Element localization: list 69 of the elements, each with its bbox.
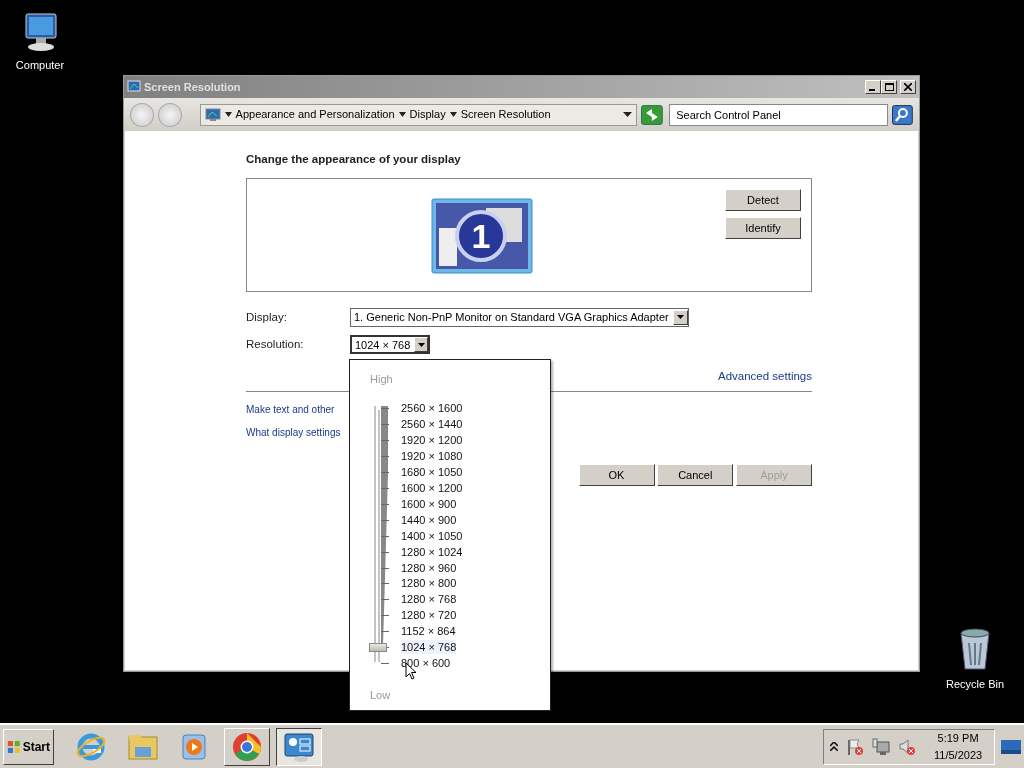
field-label: Resolution: — [246, 337, 305, 353]
control-panel-icon — [127, 80, 141, 94]
help-link[interactable]: Make text and other — [246, 402, 335, 417]
speaker-icon[interactable] — [898, 737, 916, 756]
resolution-option[interactable]: 2560 × 1600 — [401, 401, 463, 415]
breadcrumb-item[interactable]: Appearance and Personalization — [235, 106, 395, 123]
search-field[interactable]: Search Control Panel — [669, 103, 889, 126]
slider-high-label: High — [370, 372, 393, 387]
close-icon — [904, 83, 912, 91]
help-link[interactable]: What display settings — [246, 425, 341, 440]
caret-icon — [676, 315, 684, 320]
clock-date: 11/5/2023 — [934, 747, 983, 763]
caret-icon — [417, 342, 425, 347]
resolution-option[interactable]: 1440 × 900 — [401, 512, 457, 527]
dropdown-field[interactable]: 1. Generic Non-PnP Monitor on Standard VGA Graphics Adapter — [350, 307, 689, 327]
resolution-option[interactable]: 1280 × 768 — [401, 592, 457, 607]
address-bar[interactable]: Appearance and Personalization Display Screen Resolution — [199, 103, 638, 126]
dropdown-caret-icon[interactable] — [623, 112, 633, 117]
network-icon[interactable] — [872, 737, 890, 756]
show-desktop-icon[interactable] — [1001, 737, 1021, 756]
resolution-option[interactable]: 1280 × 800 — [401, 576, 457, 591]
taskbar-button[interactable] — [276, 727, 322, 766]
advanced-settings-link[interactable]: Advanced settings — [718, 367, 812, 385]
start-button[interactable]: Start — [3, 728, 54, 765]
maximize-button[interactable] — [881, 80, 898, 94]
dialog-button[interactable]: Cancel — [657, 464, 734, 486]
resolution-option[interactable]: 1024 × 768 — [401, 640, 457, 655]
desktop-icon-label[interactable]: Computer — [15, 57, 65, 74]
control-panel-icon — [204, 106, 221, 123]
window-title: Screen Resolution — [144, 79, 241, 95]
resolution-option[interactable]: 1680 × 1050 — [401, 464, 463, 479]
maximize-icon — [884, 83, 894, 91]
panel-button[interactable]: Detect — [725, 189, 801, 212]
resolution-option[interactable]: 1400 × 1050 — [401, 528, 463, 543]
resolution-option[interactable]: 1920 × 1080 — [401, 448, 463, 463]
slider-thumb[interactable] — [369, 643, 387, 653]
resolution-option[interactable]: 1920 × 1200 — [401, 432, 463, 447]
resolution-option[interactable]: 1280 × 1024 — [401, 544, 463, 559]
control-panel-icon — [283, 730, 315, 763]
minimize-button[interactable] — [865, 80, 882, 94]
panel-button[interactable]: Identify — [725, 216, 801, 239]
resolution-option[interactable]: 2560 × 1440 — [401, 416, 463, 431]
close-button[interactable] — [900, 80, 916, 94]
browser-logo-icon — [231, 730, 263, 763]
resolution-option[interactable]: 1152 × 864 — [401, 624, 456, 639]
section-heading: Change the appearance of your display — [246, 152, 462, 167]
slider-track[interactable] — [374, 406, 388, 664]
chevron-icon[interactable] — [830, 742, 838, 751]
resolution-option[interactable]: 1600 × 1200 — [401, 480, 463, 495]
slider-low-label: Low — [370, 688, 391, 703]
resolution-option[interactable]: 1280 × 720 — [401, 608, 457, 623]
caret-icon[interactable] — [224, 112, 232, 117]
dialog-button[interactable]: OK — [578, 464, 655, 486]
resolution-option[interactable]: 1280 × 960 — [401, 560, 457, 575]
resolution-option[interactable]: 800 × 600 — [401, 656, 451, 671]
search-icon[interactable] — [892, 104, 913, 125]
caret-icon[interactable] — [398, 112, 406, 117]
windows-logo-icon — [7, 738, 21, 755]
breadcrumb-item[interactable]: Display — [409, 106, 446, 123]
flag-icon[interactable] — [846, 737, 864, 756]
field-label: Display: — [246, 309, 288, 325]
resolution-option[interactable]: 1600 × 900 — [401, 496, 457, 511]
caret-icon[interactable] — [449, 112, 457, 117]
clock-time: 5:19 PM — [937, 730, 979, 746]
desktop-icon-label[interactable]: Recycle Bin — [945, 676, 1005, 693]
breadcrumb-item[interactable]: Screen Resolution — [460, 106, 551, 123]
refresh-icon[interactable] — [641, 104, 664, 125]
dropdown-field[interactable]: 1024 × 768 — [350, 335, 430, 355]
display-monitor-icon[interactable]: 1 — [431, 198, 533, 275]
